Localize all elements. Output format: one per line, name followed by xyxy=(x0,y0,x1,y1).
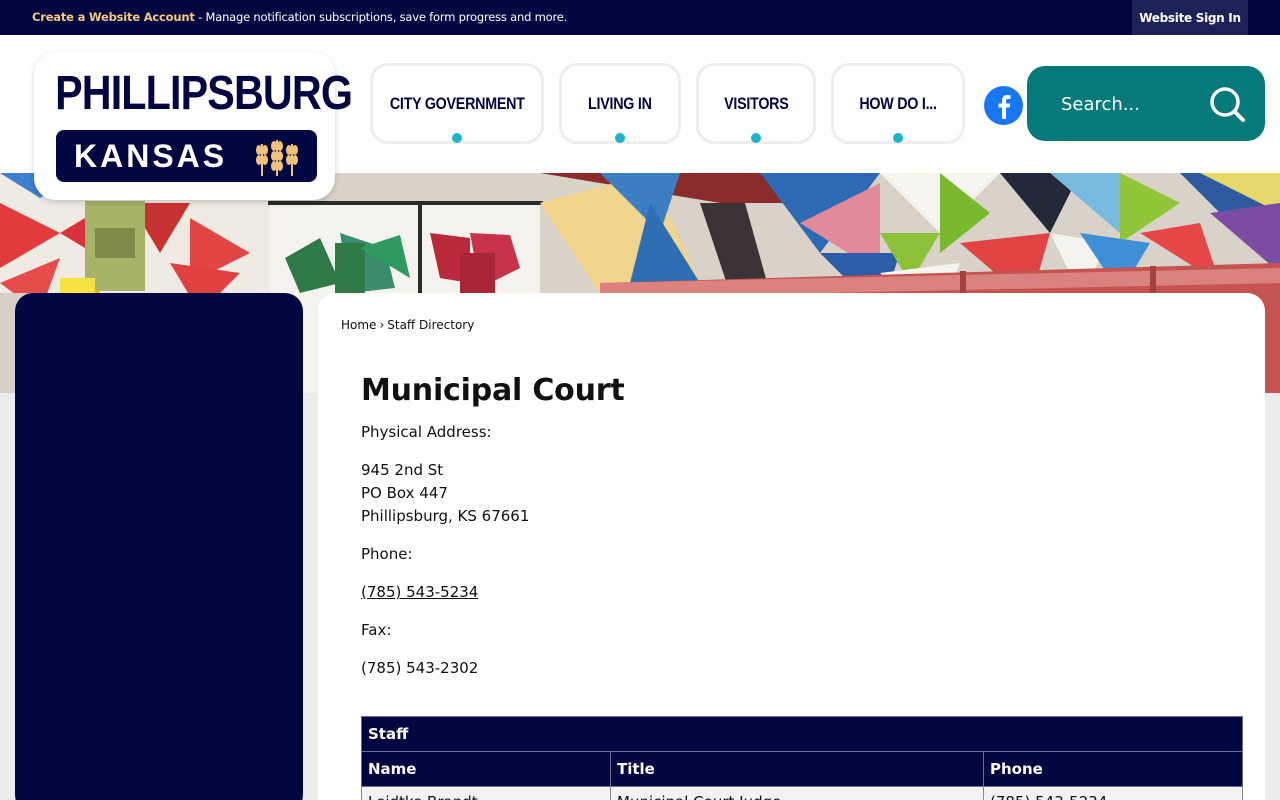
address-line-3: Phillipsburg, KS 67661 xyxy=(361,507,530,525)
main-content: Home › Staff Directory Municipal Court Phy… xyxy=(318,293,1265,800)
top-utility-bar: Create a Website Account - Manage notifi… xyxy=(0,0,1280,35)
phone-label: Phone: xyxy=(361,545,413,563)
column-header-name[interactable]: Name xyxy=(361,751,611,787)
logo-state-banner: KANSAS xyxy=(56,130,317,182)
logo-city-name: PHILLIPSBURG xyxy=(55,67,353,120)
staff-table-caption-row: Staff xyxy=(361,716,1243,752)
left-sidebar xyxy=(15,293,303,800)
column-header-title[interactable]: Title xyxy=(610,751,984,787)
address-line-1: 945 2nd St xyxy=(361,461,444,479)
search-icon[interactable] xyxy=(1207,84,1247,124)
phone-value: (785) 543-5234 xyxy=(361,583,478,601)
staff-name-cell[interactable]: Leidtke Brandt xyxy=(361,786,611,800)
staff-phone-cell[interactable]: (785) 543-5234 xyxy=(983,786,1243,800)
nav-how-do-i[interactable]: HOW DO I... xyxy=(831,63,965,144)
nav-city-government[interactable]: CITY GOVERNMENT xyxy=(370,63,544,144)
nav-indicator-dot xyxy=(452,133,462,143)
breadcrumb: Home › Staff Directory xyxy=(341,318,474,332)
staff-table-caption: Staff xyxy=(361,716,1243,752)
physical-address-label: Physical Address: xyxy=(361,423,492,441)
breadcrumb-staff-directory-link[interactable]: Staff Directory xyxy=(387,318,474,332)
staff-title-cell: Municipal Court Judge xyxy=(610,786,984,800)
nav-indicator-dot xyxy=(751,133,761,143)
fax-value: (785) 543-2302 xyxy=(361,659,479,677)
table-row: Leidtke Brandt Municipal Court Judge (78… xyxy=(361,786,1243,800)
fax-label: Fax: xyxy=(361,621,392,639)
phone-link[interactable]: (785) 543-5234 xyxy=(361,583,478,601)
website-sign-in-button[interactable]: Website Sign In xyxy=(1132,0,1248,35)
breadcrumb-separator: › xyxy=(379,318,385,332)
site-search xyxy=(1027,66,1265,141)
nav-indicator-dot xyxy=(615,133,625,143)
column-header-phone[interactable]: Phone xyxy=(983,751,1243,787)
nav-label: LIVING IN xyxy=(588,93,652,113)
site-logo[interactable]: PHILLIPSBURG KANSAS xyxy=(34,52,353,200)
staff-table: Staff Name Title Phone Leidtke Brandt Mu… xyxy=(361,716,1243,800)
account-message: Create a Website Account - Manage notifi… xyxy=(32,10,567,24)
nav-label: HOW DO I... xyxy=(859,93,937,113)
wheat-icon xyxy=(256,140,298,176)
page-title: Municipal Court xyxy=(361,373,625,408)
facebook-icon[interactable] xyxy=(983,85,1024,126)
breadcrumb-home-link[interactable]: Home xyxy=(341,318,376,332)
logo-state-name: KANSAS xyxy=(74,138,228,174)
address-line-2: PO Box 447 xyxy=(361,484,448,502)
nav-living-in[interactable]: LIVING IN xyxy=(559,63,681,144)
search-input[interactable] xyxy=(1061,84,1201,124)
nav-label: CITY GOVERNMENT xyxy=(389,93,525,113)
create-account-link[interactable]: Create a Website Account xyxy=(32,10,195,24)
nav-label: VISITORS xyxy=(723,93,789,113)
nav-visitors[interactable]: VISITORS xyxy=(696,63,816,144)
staff-table-header-row: Name Title Phone xyxy=(361,751,1243,787)
nav-indicator-dot xyxy=(893,133,903,143)
account-message-text: - Manage notification subscriptions, sav… xyxy=(194,10,568,24)
